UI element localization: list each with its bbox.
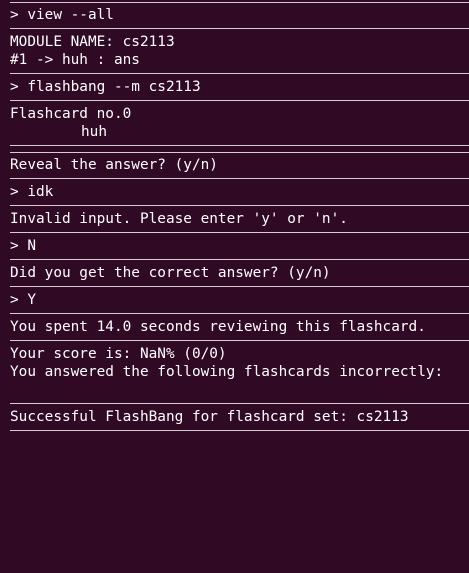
user-input-line: > Y [10, 292, 36, 308]
divider [10, 255, 469, 264]
command-line: > view --all [10, 7, 114, 23]
divider [10, 201, 469, 210]
error-message-text: Invalid input. Please enter 'y' or 'n'. [10, 211, 348, 227]
incorrect-list [10, 381, 469, 399]
divider [10, 150, 469, 156]
reveal-prompt-text: Reveal the answer? (y/n) [10, 157, 218, 173]
divider [10, 399, 469, 408]
terminal-window[interactable]: > view --all MODULE NAME: cs2113 #1 -> h… [0, 0, 469, 573]
correct-prompt-text: Did you get the correct answer? (y/n) [10, 265, 331, 281]
module-name-text: MODULE NAME: cs2113 [10, 34, 175, 50]
success-message-text: Successful FlashBang for flashcard set: … [10, 409, 409, 425]
divider [10, 426, 469, 435]
user-input-line: > idk [10, 184, 54, 200]
divider [10, 228, 469, 237]
flashcard-entry-text: #1 -> huh : ans [10, 52, 140, 68]
divider [10, 24, 469, 33]
divider [10, 141, 469, 150]
divider [10, 96, 469, 105]
divider [10, 336, 469, 345]
divider [10, 174, 469, 183]
divider [10, 69, 469, 78]
divider [10, 282, 469, 291]
incorrect-list-header: You answered the following flashcards in… [10, 364, 444, 380]
command-line: > flashbang --m cs2113 [10, 79, 201, 95]
divider [10, 309, 469, 318]
flashcard-question-text: huh [81, 124, 107, 140]
divider [10, 0, 469, 6]
score-text: Your score is: NaN% (0/0) [10, 346, 227, 362]
flashcard-number-text: Flashcard no.0 [10, 106, 132, 122]
time-spent-text: You spent 14.0 seconds reviewing this fl… [10, 319, 426, 335]
user-input-line: > N [10, 238, 36, 254]
